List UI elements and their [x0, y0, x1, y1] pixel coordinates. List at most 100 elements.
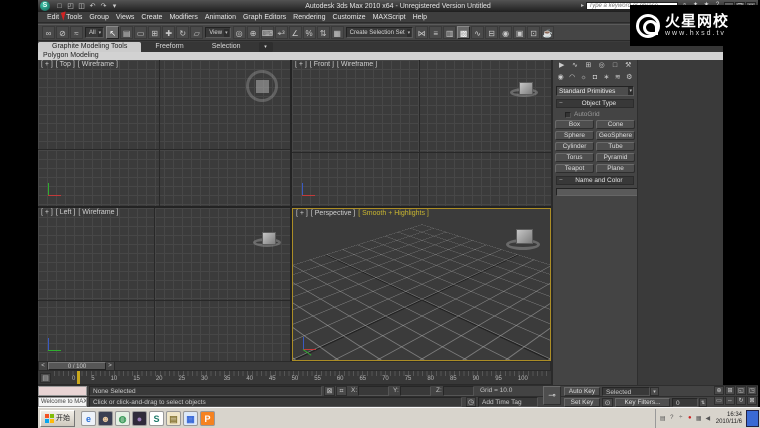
set-keys-button[interactable]: ⊸ — [543, 386, 561, 405]
chevron-down-icon[interactable]: ▾ — [650, 387, 659, 396]
spinner-snap-icon[interactable]: ⇅ — [317, 26, 330, 39]
create-plane[interactable]: Plane — [596, 164, 635, 173]
image-viewer-icon[interactable]: ▦ — [183, 411, 198, 426]
bind-to-space-warp-icon[interactable]: ≈ — [70, 26, 83, 39]
track-bar[interactable]: ▤ 05101520253035404550556065707580859095… — [38, 371, 551, 385]
viewcube[interactable] — [246, 70, 278, 102]
orbit-icon[interactable]: ↻ — [736, 396, 746, 405]
window-crossing-icon[interactable]: ⊞ — [148, 26, 161, 39]
viewport-name[interactable]: [ Perspective ] — [311, 210, 355, 217]
menu-graph-editors[interactable]: Graph Editors — [243, 14, 286, 21]
viewport-shading[interactable]: [ Wireframe ] — [78, 61, 118, 68]
time-slider[interactable]: < 0 / 100 > — [38, 361, 551, 371]
3ds-max-app-icon[interactable]: S — [149, 411, 164, 426]
printer-tray-icon[interactable]: ▦ — [695, 415, 703, 422]
viewport-menu-icon[interactable]: [ + ] — [41, 209, 53, 216]
use-pivot-point-center-icon[interactable]: ◎ — [233, 26, 246, 39]
systems-icon[interactable]: ⚙ — [624, 73, 634, 83]
menu-help[interactable]: Help — [413, 14, 427, 21]
maxscript-mini-listener-macro[interactable] — [38, 386, 87, 396]
select-and-link-icon[interactable]: ∞ — [42, 26, 55, 39]
select-object-icon[interactable]: ↖ — [106, 26, 119, 39]
reference-coordinate-dropdown[interactable]: View ▾ — [205, 27, 230, 38]
current-frame-field[interactable]: 0 — [672, 398, 698, 407]
globe-app-icon[interactable]: ◍ — [115, 411, 130, 426]
ime-tray-icon[interactable]: ÷ — [677, 415, 685, 422]
create-geosphere[interactable]: GeoSphere — [596, 131, 635, 140]
qat-options-icon[interactable]: ▾ — [110, 2, 119, 11]
cameras-icon[interactable]: ◘ — [590, 73, 600, 83]
helpers-icon[interactable]: ∗ — [601, 73, 611, 83]
create-cone[interactable]: Cone — [596, 120, 635, 129]
percent-snap-icon[interactable]: % — [303, 26, 316, 39]
layer-manager-icon[interactable]: ▥ — [443, 26, 456, 39]
mini-trackbar-icon[interactable]: ▤ — [40, 373, 51, 383]
shapes-icon[interactable]: ◠ — [567, 73, 577, 83]
motion-tab-icon[interactable]: ◎ — [597, 61, 607, 71]
zoom-region-icon[interactable]: ▭ — [714, 396, 724, 405]
z-coord-field[interactable] — [443, 386, 474, 396]
tab-selection[interactable]: Selection — [198, 42, 255, 52]
viewport-front[interactable]: [ + ] [ Front ] [ Wireframe ] — [292, 60, 551, 206]
create-torus[interactable]: Torus — [555, 153, 594, 162]
menu-modifiers[interactable]: Modifiers — [169, 14, 197, 21]
maxscript-mini-listener[interactable]: Welcome to MAX ! — [38, 397, 87, 407]
frame-spinner[interactable]: ⇅ — [699, 398, 707, 407]
tab-freeform[interactable]: Freeform — [141, 42, 197, 52]
material-editor-icon[interactable]: ◉ — [499, 26, 512, 39]
recorder-tray-icon[interactable]: ● — [686, 415, 694, 422]
maximize-viewport-toggle-icon[interactable]: ⊠ — [747, 396, 757, 405]
zoom-extents-icon[interactable]: ◱ — [736, 386, 746, 395]
save-file-icon[interactable]: ◫ — [77, 2, 86, 11]
mirror-icon[interactable]: ⋈ — [415, 26, 428, 39]
utilities-tab-icon[interactable]: ⚒ — [623, 61, 633, 71]
display-tab-icon[interactable]: □ — [610, 61, 620, 71]
menu-group[interactable]: Group — [89, 14, 108, 21]
viewport-name[interactable]: [ Front ] — [310, 61, 334, 68]
viewport-menu-icon[interactable]: [ + ] — [41, 61, 53, 68]
viewcube-face[interactable] — [256, 80, 269, 93]
viewcube[interactable] — [519, 82, 533, 95]
align-icon[interactable]: ≡ — [429, 26, 442, 39]
viewport-menu-icon[interactable]: [ + ] — [296, 210, 308, 217]
edit-named-selection-sets-icon[interactable]: ▦ — [331, 26, 344, 39]
create-box[interactable]: Box — [555, 120, 594, 129]
zoom-all-icon[interactable]: ⊞ — [725, 386, 735, 395]
viewport-name[interactable]: [ Left ] — [56, 209, 75, 216]
graphite-modeling-toggle-icon[interactable]: ▩ — [457, 26, 470, 39]
schematic-view-icon[interactable]: ⊟ — [485, 26, 498, 39]
undo-icon[interactable]: ↶ — [88, 2, 97, 11]
render-setup-icon[interactable]: ▣ — [513, 26, 526, 39]
rectangular-selection-region-icon[interactable]: ▭ — [134, 26, 147, 39]
language-bar[interactable] — [746, 410, 759, 427]
name-color-rollout-header[interactable]: − Name and Color — [556, 176, 634, 185]
menu-create[interactable]: Create — [141, 14, 162, 21]
volume-tray-icon[interactable]: ◀ — [704, 415, 712, 422]
create-teapot[interactable]: Teapot — [555, 164, 594, 173]
snaps-toggle-3d-icon[interactable]: ⌖³ — [275, 26, 288, 39]
set-key-button[interactable]: Set Key — [564, 398, 600, 407]
auto-key-button[interactable]: Auto Key — [564, 387, 600, 396]
viewport-name[interactable]: [ Top ] — [56, 61, 75, 68]
absolute-mode-icon[interactable]: ⌗ — [336, 386, 347, 396]
time-slider-prev-icon[interactable]: < — [39, 362, 48, 370]
create-tube[interactable]: Tube — [596, 142, 635, 151]
viewcube[interactable] — [262, 232, 276, 245]
keyboard-shortcut-override-icon[interactable]: ⌨ — [261, 26, 274, 39]
help-tray-icon[interactable]: ? — [668, 415, 676, 422]
qq-messenger-icon[interactable]: ☻ — [98, 411, 113, 426]
viewport-menu-icon[interactable]: [ + ] — [295, 61, 307, 68]
start-button[interactable]: 开始 — [40, 410, 75, 427]
internet-explorer-icon[interactable]: e — [81, 411, 96, 426]
x-coord-field[interactable] — [358, 386, 389, 396]
create-pyramid[interactable]: Pyramid — [596, 153, 635, 162]
viewport-left[interactable]: [ + ] [ Left ] [ Wireframe ] — [38, 208, 290, 361]
ribbon-minimize-icon[interactable]: ▾ — [259, 42, 273, 52]
ribbon-panel-polygon-modeling[interactable]: Polygon Modeling — [43, 52, 99, 59]
redo-icon[interactable]: ↷ — [99, 2, 108, 11]
menu-tools[interactable]: Tools — [66, 14, 82, 21]
media-app-icon[interactable]: ● — [132, 411, 147, 426]
selection-lock-icon[interactable]: ⊠ — [324, 386, 335, 396]
render-production-icon[interactable]: ☕ — [541, 26, 554, 39]
select-and-manipulate-icon[interactable]: ⊕ — [247, 26, 260, 39]
